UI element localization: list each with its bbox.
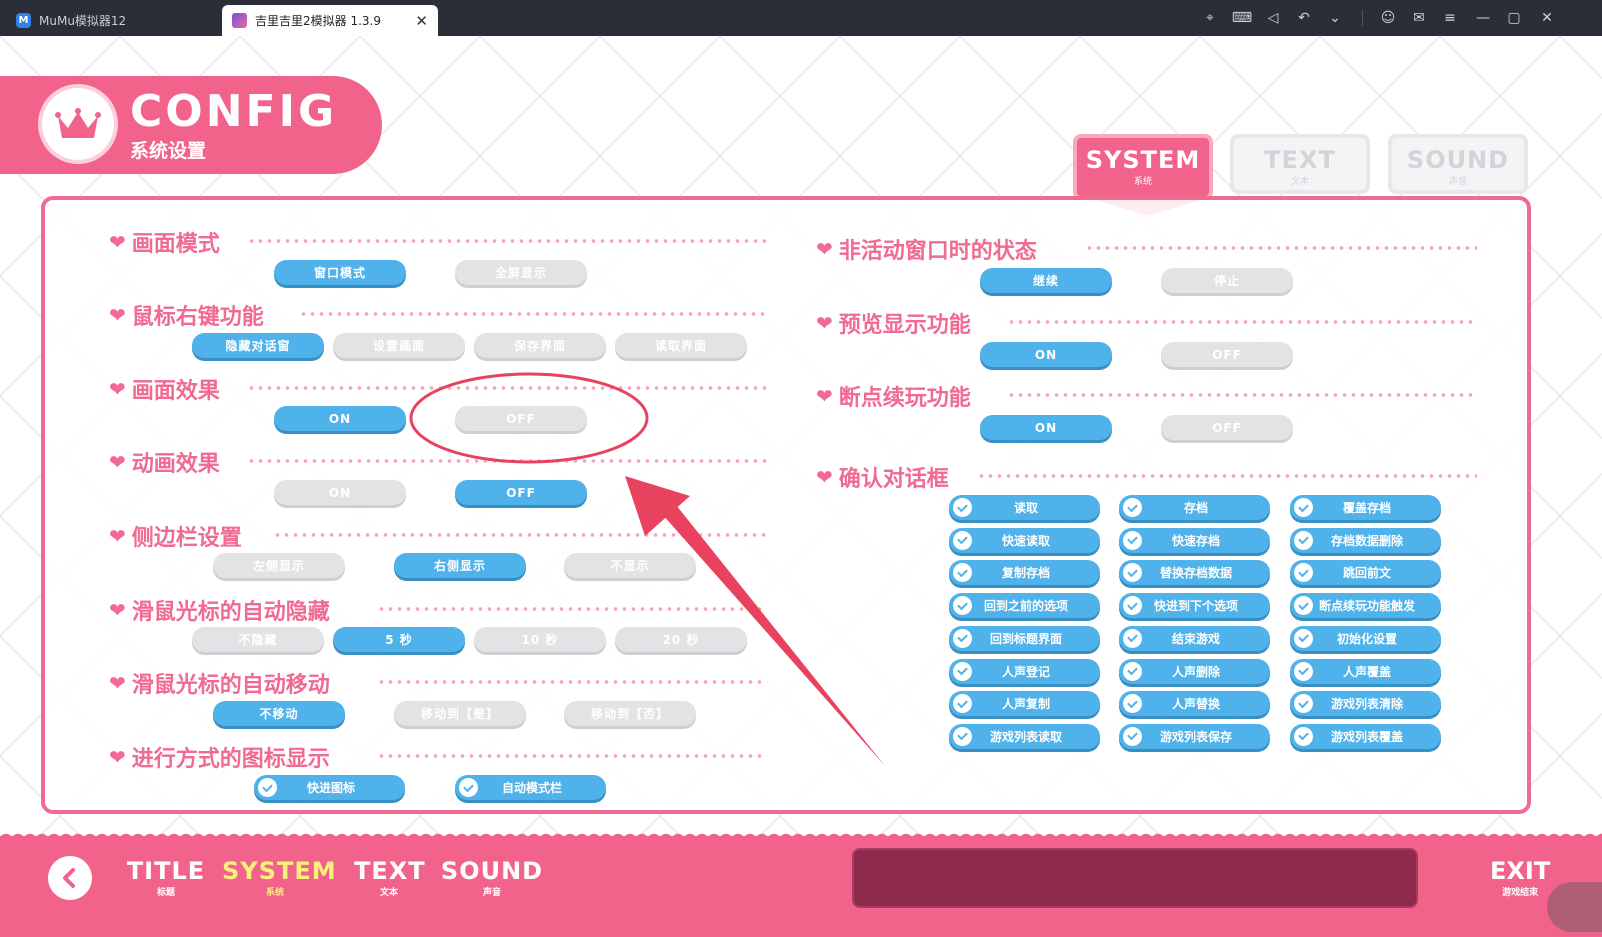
help-message-box — [852, 848, 1418, 908]
undo-icon[interactable]: ↶ — [1293, 8, 1315, 28]
volume-icon[interactable]: ◁ — [1262, 8, 1284, 28]
nav-label: TEXT — [354, 857, 426, 885]
emulator-titlebar: M MuMu模拟器12 吉里吉里2模拟器 1.3.9 ✕ ⌖ ⌨ ◁ ↶ ⌄ ☺… — [0, 0, 1602, 36]
nav-sublabel: 标题 — [156, 888, 175, 898]
maximize-icon[interactable]: ▢ — [1503, 8, 1525, 28]
game-screen: CONFIG 系统设置 SYSTEM 系统 TEXT 文本 SOUND 声音 ❤… — [0, 36, 1602, 937]
emulator-home-tab-label: MuMu模拟器12 — [39, 14, 127, 28]
exit-button[interactable]: EXIT 游戏结束 — [1490, 857, 1550, 898]
exit-label: EXIT — [1490, 857, 1551, 885]
footer-bar: TITLE 标题 SYSTEM 系统 TEXT 文本 SOUND 声音 EXIT… — [0, 836, 1602, 937]
nav-label: SOUND — [440, 857, 544, 885]
close-icon[interactable]: ✕ — [1536, 8, 1558, 28]
nav-system[interactable]: SYSTEM 系统 — [222, 857, 337, 898]
nav-label: SYSTEM — [222, 857, 337, 885]
arrow-shaft — [655, 495, 885, 766]
nav-sound[interactable]: SOUND 声音 — [440, 857, 544, 898]
back-button[interactable] — [48, 856, 92, 900]
floating-menu-handle[interactable] — [1547, 882, 1602, 932]
nav-sublabel: 声音 — [482, 888, 501, 898]
nav-label: TITLE — [126, 857, 206, 885]
nav-sublabel: 系统 — [265, 888, 284, 898]
game-tab-label: 吉里吉里2模拟器 1.3.9 — [255, 14, 381, 28]
nav-text[interactable]: TEXT 文本 — [354, 857, 426, 898]
menu-icon[interactable]: ≡ — [1439, 8, 1461, 28]
highlight-circle — [409, 372, 649, 464]
game-tab[interactable]: 吉里吉里2模拟器 1.3.9 ✕ — [222, 5, 438, 36]
mumu-logo-icon: M — [16, 13, 31, 28]
minimize-icon[interactable]: — — [1472, 8, 1494, 28]
annotation-overlay — [409, 372, 885, 766]
chevron-left-icon — [63, 868, 75, 888]
nav-title[interactable]: TITLE 标题 — [126, 857, 206, 898]
chevron-down-icon[interactable]: ⌄ — [1324, 8, 1346, 28]
emulator-home-tab[interactable]: M MuMu模拟器12 — [6, 5, 216, 36]
nav-sublabel: 文本 — [379, 888, 398, 898]
exit-sublabel: 游戏结束 — [1502, 888, 1539, 898]
mail-icon[interactable]: ✉ — [1408, 8, 1430, 28]
pin-icon[interactable]: ⌖ — [1199, 8, 1221, 28]
keyboard-icon[interactable]: ⌨ — [1231, 8, 1253, 28]
user-icon[interactable]: ☺ — [1377, 8, 1399, 28]
close-tab-icon[interactable]: ✕ — [415, 12, 428, 30]
game-app-icon — [232, 13, 247, 28]
titlebar-divider — [1362, 10, 1363, 26]
